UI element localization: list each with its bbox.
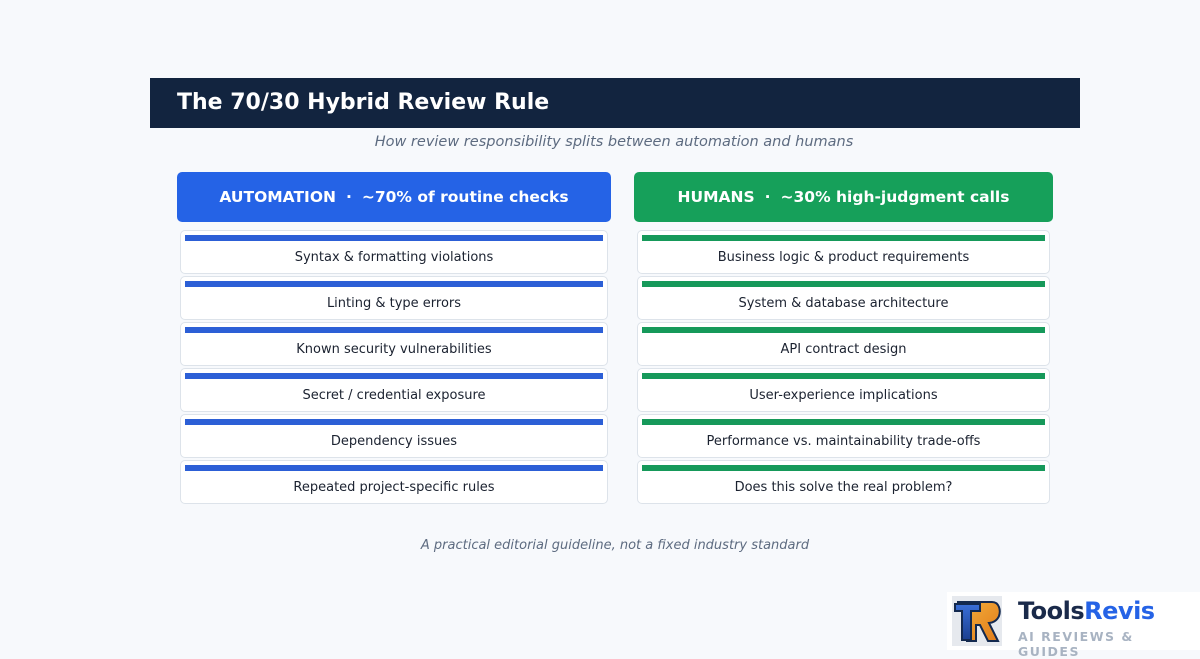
brand-badge: ToolsRevis AI REVIEWS & GUIDES [947,592,1200,659]
automation-accent-bar [185,327,603,333]
footnote: A practical editorial guideline, not a f… [420,538,810,553]
humans-header: HUMANS · ~30% high-judgment calls [634,172,1053,222]
automation-item: Dependency issues [180,414,608,458]
automation-list: Syntax & formatting violations Linting &… [180,230,608,506]
humans-item: System & database architecture [637,276,1050,320]
humans-accent-bar [642,373,1045,379]
automation-accent-bar [185,465,603,471]
automation-item: Linting & type errors [180,276,608,320]
humans-item-label: User-experience implications [749,388,938,403]
automation-item-label: Dependency issues [330,434,458,449]
humans-accent-bar [642,327,1045,333]
title-banner: The 70/30 Hybrid Review Rule [150,78,1080,128]
humans-accent-bar [642,235,1045,241]
humans-item: Does this solve the real problem? [637,460,1050,504]
automation-item-label: Linting & type errors [326,296,462,311]
automation-item: Known security vulnerabilities [180,322,608,366]
humans-item-label: API contract design [780,342,907,357]
brand-tagline: AI REVIEWS & GUIDES [1018,629,1134,659]
automation-item-label: Known security vulnerabilities [296,342,492,357]
humans-item: Business logic & product requirements [637,230,1050,274]
automation-item-label: Syntax & formatting violations [294,250,494,265]
automation-accent-bar [185,235,603,241]
humans-item-label: System & database architecture [738,296,949,311]
humans-header-share: ~30% high-judgment calls [780,188,1010,206]
humans-accent-bar [642,419,1045,425]
automation-item: Repeated project-specific rules [180,460,608,504]
brand-logo-icon [952,596,1002,646]
brand-name-part2: Revis [1084,597,1155,625]
automation-accent-bar [185,419,603,425]
brand-name: ToolsRevis [1018,597,1155,625]
automation-header-separator: · [345,188,352,206]
automation-accent-bar [185,373,603,379]
humans-item-label: Does this solve the real problem? [734,480,953,495]
humans-item-label: Performance vs. maintainability trade-of… [706,434,981,449]
automation-header-name: AUTOMATION [219,188,336,206]
humans-item: User-experience implications [637,368,1050,412]
automation-item-label: Secret / credential exposure [302,388,486,403]
humans-item: Performance vs. maintainability trade-of… [637,414,1050,458]
humans-accent-bar [642,281,1045,287]
humans-list: Business logic & product requirements Sy… [637,230,1050,506]
brand-name-part1: Tools [1018,597,1085,625]
automation-accent-bar [185,281,603,287]
humans-header-name: HUMANS [677,188,755,206]
automation-header-share: ~70% of routine checks [361,188,569,206]
humans-accent-bar [642,465,1045,471]
automation-item-label: Repeated project-specific rules [293,480,495,495]
automation-item: Secret / credential exposure [180,368,608,412]
page-title: The 70/30 Hybrid Review Rule [177,90,550,115]
page-subtitle: How review responsibility splits between… [374,134,854,150]
automation-item: Syntax & formatting violations [180,230,608,274]
humans-item-label: Business logic & product requirements [717,250,970,265]
humans-item: API contract design [637,322,1050,366]
automation-header: AUTOMATION · ~70% of routine checks [177,172,611,222]
humans-header-separator: · [764,188,771,206]
